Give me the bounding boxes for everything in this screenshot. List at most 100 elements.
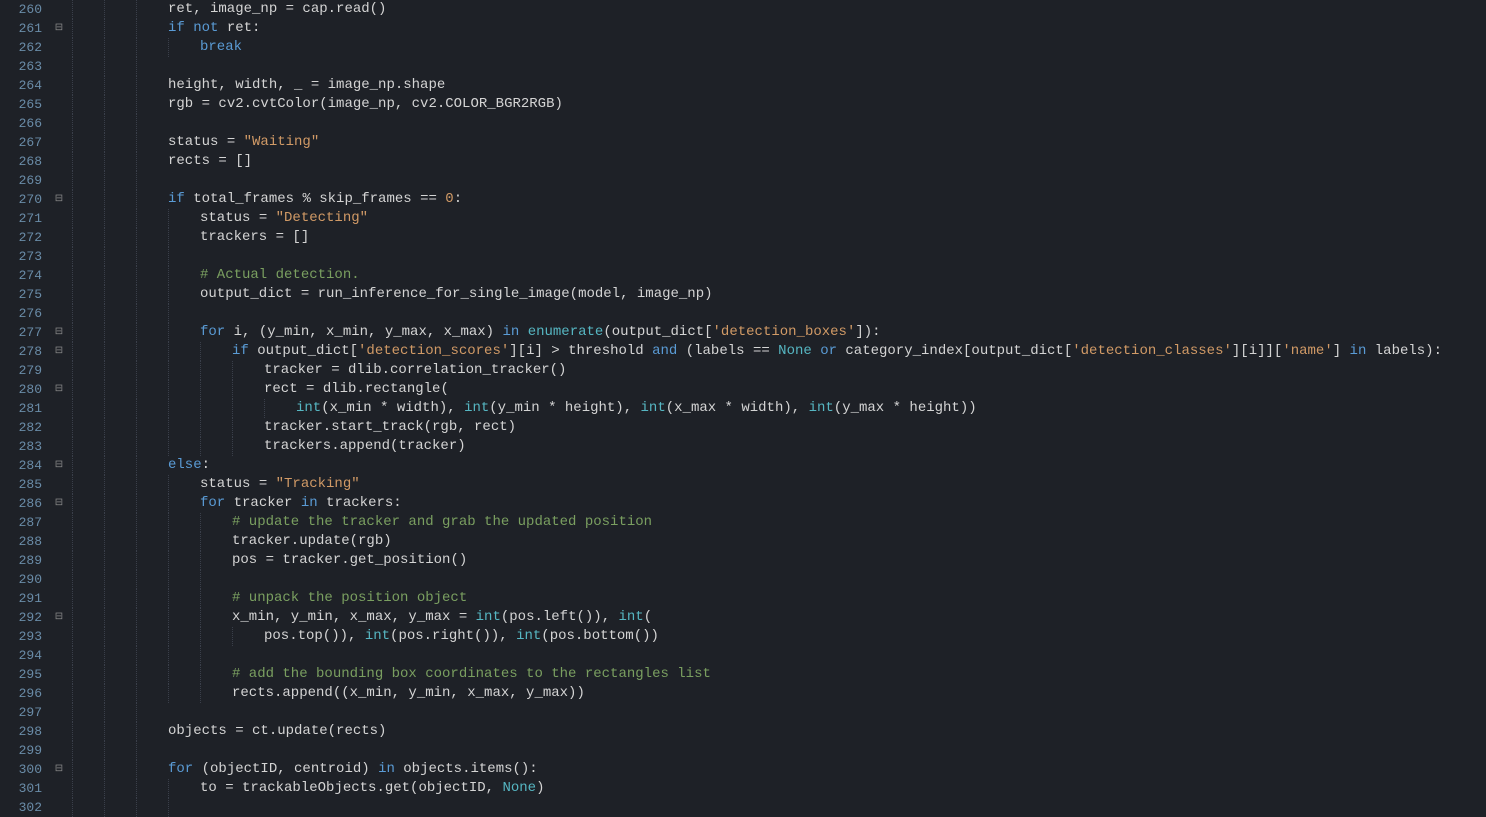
indent-guides [72,570,232,589]
line-number: 299 [0,741,42,760]
code-line[interactable]: for i, (y_min, x_min, y_max, x_max) in e… [72,323,1486,342]
code-line[interactable] [72,646,1486,665]
code-line[interactable] [72,304,1486,323]
fold-toggle-icon[interactable]: ⊟ [50,342,68,361]
indent-guides [72,608,232,627]
line-number: 279 [0,361,42,380]
code-line[interactable]: x_min, y_min, x_max, y_max = int(pos.lef… [72,608,1486,627]
indent-guides [72,285,200,304]
code-line[interactable]: break [72,38,1486,57]
indent-guides [72,437,264,456]
code-line[interactable]: tracker.start_track(rgb, rect) [72,418,1486,437]
code-line[interactable]: output_dict = run_inference_for_single_i… [72,285,1486,304]
fold-guide [50,285,68,304]
code-editor[interactable]: 2602612622632642652662672682692702712722… [0,0,1486,815]
code-line[interactable] [72,798,1486,817]
code-line-content: to = trackableObjects.get(objectID, None… [200,779,544,798]
code-line[interactable]: tracker = dlib.correlation_tracker() [72,361,1486,380]
code-line[interactable]: status = "Detecting" [72,209,1486,228]
code-line[interactable] [72,741,1486,760]
code-line[interactable] [72,57,1486,76]
line-number: 266 [0,114,42,133]
line-number: 297 [0,703,42,722]
fold-toggle-icon[interactable]: ⊟ [50,380,68,399]
code-line[interactable]: if output_dict['detection_scores'][i] > … [72,342,1486,361]
line-number: 284 [0,456,42,475]
code-line-content: pos.top()), int(pos.right()), int(pos.bo… [264,627,659,646]
line-number: 262 [0,38,42,57]
line-number: 294 [0,646,42,665]
fold-toggle-icon[interactable]: ⊟ [50,608,68,627]
code-line[interactable]: ret, image_np = cap.read() [72,0,1486,19]
indent-guides [72,798,200,817]
code-line[interactable] [72,114,1486,133]
code-line[interactable]: if total_frames % skip_frames == 0: [72,190,1486,209]
code-line[interactable]: trackers = [] [72,228,1486,247]
code-line-content: int(x_min * width), int(y_min * height),… [296,399,977,418]
code-line-content: ret, image_np = cap.read() [168,0,386,19]
code-line[interactable]: objects = ct.update(rects) [72,722,1486,741]
fold-toggle-icon[interactable]: ⊟ [50,760,68,779]
fold-guide [50,627,68,646]
code-area[interactable]: ret, image_np = cap.read()if not ret:bre… [68,0,1486,815]
code-line[interactable]: rgb = cv2.cvtColor(image_np, cv2.COLOR_B… [72,95,1486,114]
code-line[interactable]: to = trackableObjects.get(objectID, None… [72,779,1486,798]
code-line[interactable]: # Actual detection. [72,266,1486,285]
line-number: 291 [0,589,42,608]
code-line[interactable] [72,171,1486,190]
code-line[interactable]: if not ret: [72,19,1486,38]
code-line[interactable]: height, width, _ = image_np.shape [72,76,1486,95]
code-line-content: trackers = [] [200,228,309,247]
code-line[interactable]: rects.append((x_min, y_min, x_max, y_max… [72,684,1486,703]
code-line[interactable]: for (objectID, centroid) in objects.item… [72,760,1486,779]
line-number: 267 [0,133,42,152]
code-line[interactable]: else: [72,456,1486,475]
code-line[interactable]: # add the bounding box coordinates to th… [72,665,1486,684]
code-line[interactable] [72,247,1486,266]
fold-guide [50,76,68,95]
code-line[interactable]: rects = [] [72,152,1486,171]
fold-guide [50,589,68,608]
indent-guides [72,152,168,171]
line-number: 286 [0,494,42,513]
code-line[interactable]: int(x_min * width), int(y_min * height),… [72,399,1486,418]
indent-guides [72,646,232,665]
line-number: 278 [0,342,42,361]
code-line[interactable]: # update the tracker and grab the update… [72,513,1486,532]
line-number: 271 [0,209,42,228]
code-line[interactable]: status = "Waiting" [72,133,1486,152]
fold-toggle-icon[interactable]: ⊟ [50,19,68,38]
code-line[interactable]: for tracker in trackers: [72,494,1486,513]
indent-guides [72,228,200,247]
fold-toggle-icon[interactable]: ⊟ [50,190,68,209]
fold-guide [50,779,68,798]
code-line[interactable] [72,703,1486,722]
code-line[interactable]: # unpack the position object [72,589,1486,608]
fold-guide [50,247,68,266]
indent-guides [72,722,168,741]
indent-guides [72,247,200,266]
line-number: 290 [0,570,42,589]
code-line[interactable] [72,570,1486,589]
code-line[interactable]: rect = dlib.rectangle( [72,380,1486,399]
indent-guides [72,76,168,95]
indent-guides [72,323,200,342]
code-line[interactable]: pos.top()), int(pos.right()), int(pos.bo… [72,627,1486,646]
code-line[interactable]: status = "Tracking" [72,475,1486,494]
fold-toggle-icon[interactable]: ⊟ [50,494,68,513]
line-number: 283 [0,437,42,456]
indent-guides [72,342,232,361]
fold-guide [50,798,68,817]
code-line[interactable]: pos = tracker.get_position() [72,551,1486,570]
code-line[interactable]: tracker.update(rgb) [72,532,1486,551]
fold-toggle-icon[interactable]: ⊟ [50,456,68,475]
fold-guide [50,475,68,494]
code-line-content: tracker.update(rgb) [232,532,392,551]
fold-column[interactable]: ⊟⊟⊟⊟⊟⊟⊟⊟⊟ [50,0,68,815]
fold-toggle-icon[interactable]: ⊟ [50,323,68,342]
indent-guides [72,38,200,57]
fold-guide [50,399,68,418]
code-line-content: # update the tracker and grab the update… [232,513,652,532]
fold-guide [50,209,68,228]
code-line[interactable]: trackers.append(tracker) [72,437,1486,456]
